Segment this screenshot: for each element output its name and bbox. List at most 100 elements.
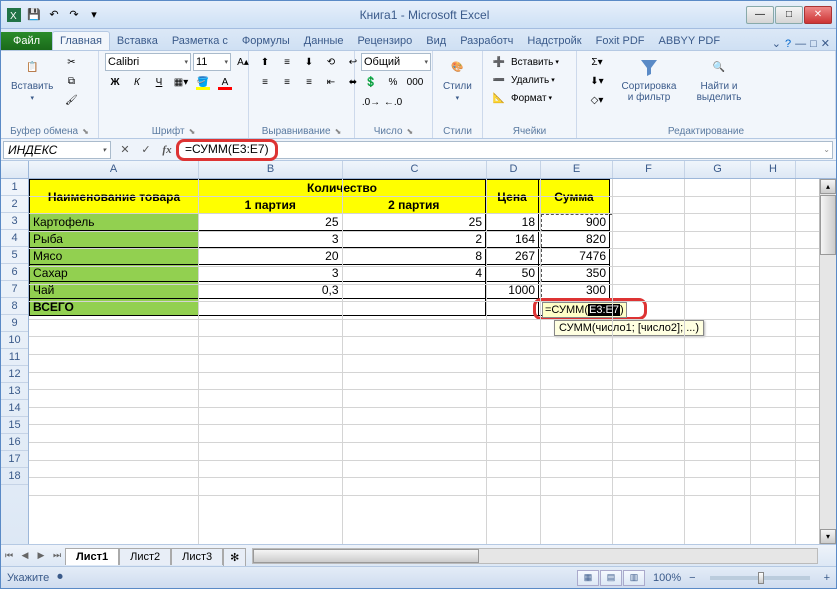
page-layout-view-button[interactable]: ▤ bbox=[600, 570, 622, 586]
comma-button[interactable]: 000 bbox=[405, 73, 425, 91]
normal-view-button[interactable]: ▦ bbox=[577, 570, 599, 586]
save-icon[interactable]: 💾 bbox=[25, 6, 43, 24]
row-header-3[interactable]: 3 bbox=[1, 213, 28, 230]
sheet-tab-2[interactable]: Лист2 bbox=[119, 548, 171, 565]
decrease-decimal-button[interactable]: ←.0 bbox=[383, 93, 403, 111]
clear-button[interactable]: ◇▾ bbox=[583, 91, 611, 109]
insert-cells-button[interactable]: ➕ bbox=[489, 53, 509, 71]
number-format-combo[interactable]: Общий▾ bbox=[361, 53, 431, 71]
zoom-in-button[interactable]: + bbox=[824, 572, 830, 584]
expand-formula-bar-icon[interactable]: ⌄ bbox=[823, 145, 830, 154]
cut-button[interactable]: ✂ bbox=[61, 53, 81, 71]
col-header-G[interactable]: G bbox=[685, 161, 751, 178]
row-header-10[interactable]: 10 bbox=[1, 332, 28, 349]
wb-restore-icon[interactable]: □ bbox=[810, 38, 817, 50]
cells-area[interactable]: Наименование товара Количество Цена Сумм… bbox=[29, 179, 836, 544]
font-launcher-icon[interactable]: ⬊ bbox=[189, 127, 196, 136]
col-header-A[interactable]: A bbox=[29, 161, 199, 178]
zoom-level[interactable]: 100% bbox=[653, 572, 681, 584]
borders-button[interactable]: ▦▾ bbox=[171, 73, 191, 91]
minimize-button[interactable]: — bbox=[746, 6, 774, 24]
new-sheet-button[interactable]: ✻ bbox=[223, 548, 246, 566]
percent-button[interactable]: % bbox=[383, 73, 403, 91]
clipboard-launcher-icon[interactable]: ⬊ bbox=[82, 127, 89, 136]
format-cells-button[interactable]: 📐 bbox=[489, 89, 509, 107]
tab-review[interactable]: Рецензиро bbox=[351, 32, 420, 50]
row-header-13[interactable]: 13 bbox=[1, 383, 28, 400]
underline-button[interactable]: Ч bbox=[149, 73, 169, 91]
row-header-15[interactable]: 15 bbox=[1, 417, 28, 434]
col-header-B[interactable]: B bbox=[199, 161, 343, 178]
tab-pagelayout[interactable]: Разметка с bbox=[165, 32, 235, 50]
row-header-18[interactable]: 18 bbox=[1, 468, 28, 485]
sheet-tab-1[interactable]: Лист1 bbox=[65, 548, 119, 565]
row-header-17[interactable]: 17 bbox=[1, 451, 28, 468]
macro-record-icon[interactable]: ⏺ bbox=[57, 571, 63, 584]
cancel-formula-button[interactable]: ✕ bbox=[115, 141, 135, 159]
fill-color-button[interactable]: 🪣 bbox=[193, 73, 213, 91]
font-name-combo[interactable]: Calibri▾ bbox=[105, 53, 191, 71]
copy-button[interactable]: ⧉ bbox=[61, 72, 81, 90]
format-painter-button[interactable]: 🖌 bbox=[61, 91, 81, 109]
align-top-button[interactable]: ⬆ bbox=[255, 53, 275, 71]
row-header-6[interactable]: 6 bbox=[1, 264, 28, 281]
sheet-tab-3[interactable]: Лист3 bbox=[171, 548, 223, 565]
help-icon[interactable]: ? bbox=[785, 38, 791, 50]
align-left-button[interactable]: ≡ bbox=[255, 73, 275, 91]
row-header-7[interactable]: 7 bbox=[1, 281, 28, 298]
tab-data[interactable]: Данные bbox=[297, 32, 351, 50]
align-right-button[interactable]: ≡ bbox=[299, 73, 319, 91]
row-header-12[interactable]: 12 bbox=[1, 366, 28, 383]
row-header-8[interactable]: 8 bbox=[1, 298, 28, 315]
tab-formulas[interactable]: Формулы bbox=[235, 32, 297, 50]
italic-button[interactable]: К bbox=[127, 73, 147, 91]
sheet-nav-last[interactable]: ⏭ bbox=[49, 550, 65, 561]
delete-cells-button[interactable]: ➖ bbox=[489, 71, 509, 89]
horizontal-scrollbar[interactable] bbox=[252, 548, 818, 564]
wb-close-icon[interactable]: ✕ bbox=[821, 37, 830, 50]
tab-developer[interactable]: Разработч bbox=[453, 32, 520, 50]
currency-button[interactable]: 💲 bbox=[361, 73, 381, 91]
row-header-16[interactable]: 16 bbox=[1, 434, 28, 451]
qat-customize-icon[interactable]: ▾ bbox=[85, 6, 103, 24]
tab-home[interactable]: Главная bbox=[52, 31, 110, 50]
col-header-H[interactable]: H bbox=[751, 161, 796, 178]
find-select-button[interactable]: 🔍 Найти и выделить bbox=[687, 53, 751, 105]
select-all-button[interactable] bbox=[1, 161, 29, 178]
redo-icon[interactable]: ↷ bbox=[65, 6, 83, 24]
row-header-9[interactable]: 9 bbox=[1, 315, 28, 332]
tab-insert[interactable]: Вставка bbox=[110, 32, 165, 50]
maximize-button[interactable]: □ bbox=[775, 6, 803, 24]
paste-button[interactable]: 📋 Вставить ▾ bbox=[7, 53, 57, 104]
row-header-1[interactable]: 1 bbox=[1, 179, 28, 196]
align-center-button[interactable]: ≡ bbox=[277, 73, 297, 91]
row-header-4[interactable]: 4 bbox=[1, 230, 28, 247]
orientation-button[interactable]: ⟲ bbox=[321, 53, 341, 71]
vertical-scrollbar[interactable]: ▴ ▾ bbox=[819, 179, 836, 544]
format-cells-label[interactable]: Формат bbox=[511, 93, 547, 104]
insert-function-button[interactable]: fx bbox=[157, 141, 177, 159]
row-header-5[interactable]: 5 bbox=[1, 247, 28, 264]
vscroll-thumb[interactable] bbox=[820, 195, 836, 255]
name-box[interactable]: ИНДЕКС▾ bbox=[3, 141, 111, 159]
increase-decimal-button[interactable]: .0→ bbox=[361, 93, 381, 111]
autosum-button[interactable]: Σ▾ bbox=[583, 53, 611, 71]
header-batch2[interactable]: 2 партия bbox=[342, 197, 486, 214]
row-header-14[interactable]: 14 bbox=[1, 400, 28, 417]
sheet-nav-next[interactable]: ▶ bbox=[33, 550, 49, 561]
insert-cells-label[interactable]: Вставить bbox=[511, 57, 553, 68]
minimize-ribbon-icon[interactable]: ⌄ bbox=[772, 37, 781, 50]
col-header-D[interactable]: D bbox=[487, 161, 541, 178]
formula-input[interactable]: =СУММ(E3:E7) ⌄ bbox=[179, 141, 833, 159]
align-middle-button[interactable]: ≡ bbox=[277, 53, 297, 71]
zoom-slider[interactable] bbox=[710, 576, 810, 580]
active-cell-editor[interactable]: =СУММ(E3:E7) bbox=[542, 302, 627, 318]
enter-formula-button[interactable]: ✓ bbox=[136, 141, 156, 159]
row-header-2[interactable]: 2 bbox=[1, 196, 28, 213]
styles-button[interactable]: 🎨 Стили ▾ bbox=[439, 53, 476, 104]
tab-view[interactable]: Вид bbox=[419, 32, 453, 50]
bold-button[interactable]: Ж bbox=[105, 73, 125, 91]
col-header-C[interactable]: C bbox=[343, 161, 487, 178]
sheet-nav-first[interactable]: ⏮ bbox=[1, 550, 17, 561]
scroll-up-button[interactable]: ▴ bbox=[820, 179, 836, 194]
